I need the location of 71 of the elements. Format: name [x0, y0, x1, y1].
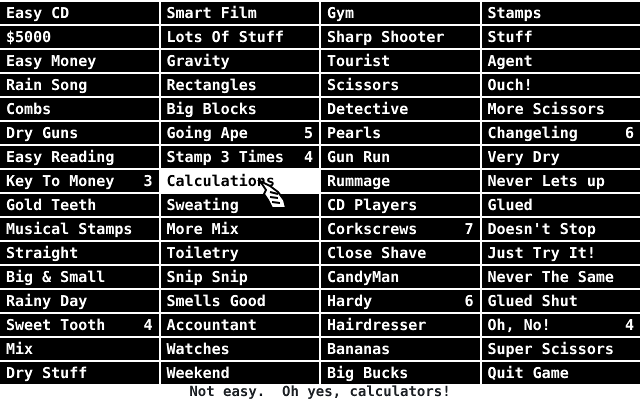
menu-item[interactable]: Snip Snip [160, 266, 319, 288]
menu-item[interactable]: Rectangles [160, 74, 319, 96]
menu-item[interactable]: Big & Small [0, 266, 158, 288]
menu-item[interactable]: Watches [160, 338, 319, 360]
menu-item[interactable]: Hairdresser [321, 314, 480, 336]
menu-item[interactable]: Musical Stamps [0, 218, 158, 240]
menu-item[interactable]: Sweet Tooth 4 [0, 314, 158, 336]
menu-item[interactable]: Rainy Day [0, 290, 158, 312]
menu-item[interactable]: Easy CD [0, 2, 158, 24]
menu-item[interactable]: Big Blocks [160, 98, 319, 120]
menu-item[interactable]: Big Bucks [321, 362, 480, 384]
menu-item[interactable]: Smells Good [160, 290, 319, 312]
menu-item[interactable]: Very Dry [482, 146, 640, 168]
count-label: 7 [464, 219, 474, 240]
menu-item[interactable]: CandyMan [321, 266, 480, 288]
menu-item[interactable]: Glued Shut [482, 290, 640, 312]
menu-item[interactable]: Close Shave [321, 242, 480, 264]
menu-item[interactable]: Key To Money 3 [0, 170, 158, 192]
menu-item[interactable]: Easy Reading [0, 146, 158, 168]
menu-item[interactable]: Straight [0, 242, 158, 264]
menu-item[interactable]: More Scissors [482, 98, 640, 120]
menu-item[interactable]: More Mix [160, 218, 319, 240]
menu-item[interactable]: Changeling 6 [482, 122, 640, 144]
count-label: 4 [624, 315, 634, 336]
menu-item[interactable]: Glued [482, 194, 640, 216]
menu-item[interactable]: Sharp Shooter [321, 26, 480, 48]
menu-item[interactable]: Smart Film [160, 2, 319, 24]
menu-item[interactable]: Toiletry [160, 242, 319, 264]
menu-item[interactable]: Bananas [321, 338, 480, 360]
menu-item[interactable]: Gym [321, 2, 480, 24]
menu-item[interactable]: Weekend [160, 362, 319, 384]
menu-item[interactable]: Rain Song [0, 74, 158, 96]
menu-item[interactable]: Stamps [482, 2, 640, 24]
menu-item[interactable]: Scissors [321, 74, 480, 96]
menu-item[interactable]: Gun Run [321, 146, 480, 168]
menu-item[interactable]: Tourist [321, 50, 480, 72]
menu-item[interactable]: Oh, No! 4 [482, 314, 640, 336]
menu-item[interactable]: Doesn't Stop [482, 218, 640, 240]
menu-item[interactable]: CD Players [321, 194, 480, 216]
menu-item[interactable]: Corkscrews 7 [321, 218, 480, 240]
menu-item[interactable]: Rummage [321, 170, 480, 192]
menu-item[interactable]: Mix [0, 338, 158, 360]
status-message: Not easy. Oh yes, calculators! [188, 384, 452, 400]
menu-item[interactable]: Easy Money [0, 50, 158, 72]
menu-item[interactable]: Agent [482, 50, 640, 72]
menu-item[interactable]: Stamp 3 Times 4 [160, 146, 319, 168]
menu-item[interactable]: Never The Same [482, 266, 640, 288]
menu-item[interactable]: Ouch! [482, 74, 640, 96]
count-label: 4 [143, 315, 152, 336]
count-label: 6 [464, 291, 474, 312]
menu-item[interactable]: Quit Game [482, 362, 640, 384]
menu-item[interactable]: Pearls [321, 122, 480, 144]
menu-item[interactable]: Super Scissors [482, 338, 640, 360]
menu-item[interactable]: Detective [321, 98, 480, 120]
menu-item[interactable]: Gravity [160, 50, 319, 72]
menu-item[interactable]: $5000 [0, 26, 158, 48]
count-label: 5 [304, 123, 313, 144]
menu-item[interactable]: Accountant [160, 314, 319, 336]
menu-item[interactable]: Dry Stuff [0, 362, 158, 384]
count-label: 4 [304, 147, 313, 168]
menu-item[interactable]: Stuff [482, 26, 640, 48]
menu-item[interactable]: Combs [0, 98, 158, 120]
menu-item[interactable]: Just Try It! [482, 242, 640, 264]
count-label: 6 [624, 123, 634, 144]
menu-item[interactable]: Never Lets up [482, 170, 640, 192]
menu-item[interactable]: Going Ape 5 [160, 122, 319, 144]
menu-item[interactable]: Lots Of Stuff [160, 26, 319, 48]
menu-item[interactable]: Gold Teeth [0, 194, 158, 216]
menu-item[interactable]: Hardy 6 [321, 290, 480, 312]
menu-item[interactable]: Dry Guns [0, 122, 158, 144]
count-label: 3 [143, 171, 152, 192]
